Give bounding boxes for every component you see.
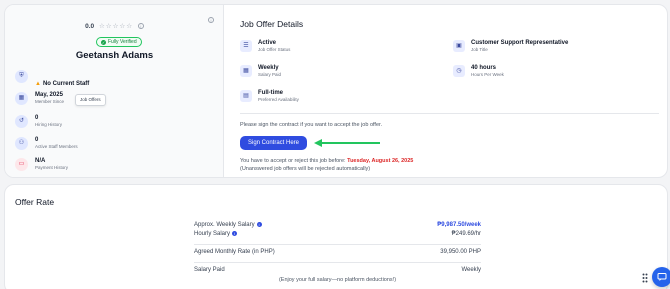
status-icon: ☰ bbox=[240, 40, 252, 52]
detail-salary-paid: ▦ Weekly Salary Paid bbox=[240, 64, 281, 78]
rate-value: 39,950.00 PHP bbox=[440, 249, 481, 255]
clock-icon: ◷ bbox=[453, 65, 465, 77]
history-icon: ↺ bbox=[15, 115, 28, 128]
rate-value: Weekly bbox=[461, 267, 481, 273]
drag-handle-icon[interactable] bbox=[642, 273, 648, 283]
sign-message: Please sign the contract if you want to … bbox=[240, 122, 383, 128]
detail-job-title: ▣ Customer Support Representative Job Ti… bbox=[453, 39, 568, 53]
employer-name: Geetansh Adams bbox=[75, 50, 154, 61]
detail-value: 40 hours bbox=[471, 65, 497, 71]
detail-label: Salary Paid bbox=[258, 72, 282, 77]
sign-contract-button[interactable]: Sign Contract Here bbox=[240, 136, 307, 150]
chat-icon bbox=[657, 273, 667, 281]
rate-label: Salary Paid bbox=[194, 267, 225, 273]
rate-value: ₱249.69/hr bbox=[451, 231, 481, 237]
stat-label: Payment History bbox=[35, 165, 69, 170]
payment-icon: ▭ bbox=[15, 158, 28, 171]
rate-row-monthly: Agreed Monthly Rate (in PHP) 39,950.00 P… bbox=[194, 244, 481, 262]
detail-label: Job Title bbox=[471, 47, 488, 52]
deadline-date: Tuesday, August 26, 2025 bbox=[347, 158, 414, 164]
offer-rate-card: Offer Rate Approx. Weekly Salary i ₱9,987… bbox=[4, 184, 668, 289]
info-icon[interactable]: i bbox=[232, 231, 238, 236]
stat-value: N/A bbox=[35, 158, 46, 164]
detail-label: Job Offer Status bbox=[258, 47, 291, 52]
detail-hours: ◷ 40 hours Hours Per Week bbox=[453, 64, 504, 78]
stat-value: 0 bbox=[35, 115, 39, 121]
rate-label: Agreed Monthly Rate (in PHP) bbox=[194, 249, 275, 255]
detail-label: Hours Per Week bbox=[471, 72, 504, 77]
stat-label: Hiring History bbox=[35, 122, 63, 127]
job-offer-card: i 0.0 ☆☆☆☆☆ i ✓ Fully Verified Geetansh … bbox=[4, 4, 668, 178]
rating-row: 0.0 ☆☆☆☆☆ i bbox=[5, 22, 224, 30]
warning-icon: ▲ bbox=[35, 81, 41, 87]
detail-value: Customer Support Representative bbox=[471, 40, 569, 46]
rate-row-hourly: Hourly Salary i ₱249.69/hr bbox=[194, 231, 481, 244]
staff-icon: ⚇ bbox=[15, 137, 28, 150]
rating-score: 0.0 bbox=[85, 23, 95, 30]
rate-label: Hourly Salary bbox=[194, 231, 231, 238]
divider bbox=[240, 113, 659, 114]
chat-button[interactable] bbox=[652, 267, 670, 287]
star-rating-icon: ☆☆☆☆☆ bbox=[98, 23, 134, 30]
calendar-icon: ▦ bbox=[240, 65, 252, 77]
job-offer-details-panel: Job Offer Details ☰ Active Job Offer Sta… bbox=[224, 5, 667, 177]
verified-label: Fully Verified bbox=[108, 39, 137, 45]
employer-profile-panel: i 0.0 ☆☆☆☆☆ i ✓ Fully Verified Geetansh … bbox=[5, 5, 224, 177]
calendar-icon: ▦ bbox=[15, 92, 28, 105]
info-icon[interactable]: i bbox=[256, 222, 262, 227]
salary-note: (Enjoy your full salary—no platform dedu… bbox=[278, 277, 397, 283]
stat-current-staff: ⛨ ▲ No Current Staff bbox=[15, 69, 89, 90]
deadline-text: You have to accept or reject this job be… bbox=[240, 157, 413, 173]
deadline-note: (Unanswered job offers will be rejected … bbox=[240, 166, 371, 172]
stat-active-staff: ⚇ 0 Active Staff Members bbox=[15, 136, 78, 150]
stat-value: 0 bbox=[35, 137, 39, 143]
stat-value: No Current Staff bbox=[42, 81, 90, 87]
detail-value: Full-time bbox=[258, 90, 283, 96]
rate-value: ₱9,987.50/week bbox=[437, 222, 481, 228]
detail-availability: ▤ Full-time Preferred Availability bbox=[240, 89, 299, 103]
check-icon: ✓ bbox=[101, 39, 106, 45]
stat-payment-history: ▭ N/A Payment History bbox=[15, 157, 68, 171]
rate-label: Approx. Weekly Salary bbox=[194, 222, 255, 229]
rate-row-weekly: Approx. Weekly Salary i ₱9,987.50/week bbox=[194, 222, 481, 231]
detail-status: ☰ Active Job Offer Status bbox=[240, 39, 290, 53]
stat-label: Active Staff Members bbox=[35, 144, 78, 149]
stat-member-since: ▦ May, 2025 Member Since bbox=[15, 91, 64, 105]
detail-value: Active bbox=[258, 40, 277, 46]
section-title: Offer Rate bbox=[15, 197, 55, 207]
stat-label: Member Since bbox=[35, 99, 65, 104]
section-title: Job Offer Details bbox=[240, 19, 304, 29]
rating-info-icon[interactable]: i bbox=[137, 23, 144, 30]
detail-label: Preferred Availability bbox=[258, 97, 299, 102]
shield-icon: ⛨ bbox=[15, 70, 28, 83]
stat-hiring-history: ↺ 0 Hiring History bbox=[15, 114, 62, 128]
availability-icon: ▤ bbox=[240, 90, 252, 102]
briefcase-icon: ▣ bbox=[453, 40, 465, 52]
verified-badge: ✓ Fully Verified bbox=[96, 37, 142, 47]
job-offers-tooltip: Job Offers bbox=[75, 94, 106, 106]
arrow-icon bbox=[314, 139, 380, 147]
deadline-prefix: You have to accept or reject this job be… bbox=[240, 158, 346, 164]
rate-table: Approx. Weekly Salary i ₱9,987.50/week Ho… bbox=[194, 222, 481, 280]
detail-value: Weekly bbox=[258, 65, 279, 71]
stat-value: May, 2025 bbox=[35, 92, 63, 98]
